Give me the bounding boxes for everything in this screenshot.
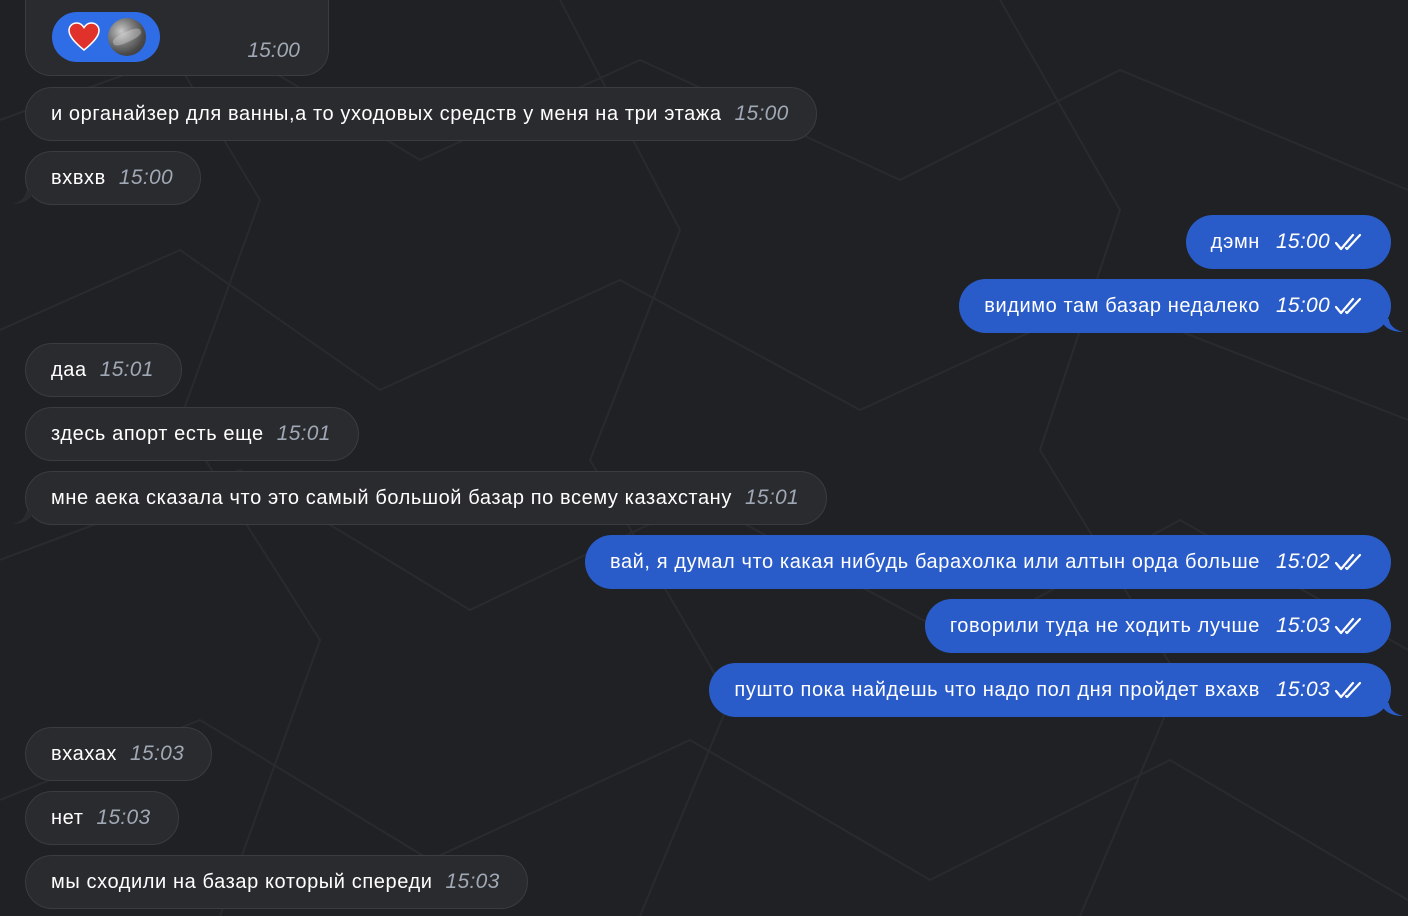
message-bubble-outgoing[interactable]: говорили туда не ходить лучше 15:03 (924, 599, 1391, 653)
message-bubble-incoming[interactable]: вхахах 15:03 (25, 727, 213, 781)
message-time: 15:00 (118, 166, 173, 189)
message-text: видимо там базар недалеко (984, 294, 1260, 317)
message-time: 15:03 (445, 870, 500, 893)
message-time: 15:00 (1275, 230, 1330, 253)
message-time: 15:00 (1275, 294, 1330, 317)
message-bubble-incoming-reaction[interactable]: 15:00 (25, 0, 329, 76)
bubble-tail-icon (12, 511, 34, 524)
message-time: 15:01 (744, 486, 799, 509)
message-bubble-incoming[interactable]: мы сходили на базар который спереди 15:0… (25, 855, 528, 909)
message-bubble-outgoing[interactable]: вай, я думал что какая нибудь барахолка … (584, 535, 1391, 589)
message-text: и органайзер для ванны,а то уходовых сре… (51, 102, 722, 125)
message-text: нет (51, 806, 84, 829)
reaction-chip[interactable] (52, 12, 160, 62)
message-text: говорили туда не ходить лучше (949, 614, 1260, 637)
message-text: мне аека сказала что это самый большой б… (51, 486, 732, 509)
message-text: вхахах (51, 742, 118, 765)
message-time: 15:00 (734, 102, 789, 125)
message-bubble-incoming[interactable]: и органайзер для ванны,а то уходовых сре… (25, 87, 817, 141)
chat-message-list[interactable]: 15:00 и органайзер для ванны,а то уходов… (0, 0, 1408, 916)
bubble-tail-icon (12, 191, 34, 204)
message-bubble-incoming[interactable]: даа 15:01 (25, 343, 182, 397)
message-text: здесь апорт есть еще (51, 422, 264, 445)
double-check-icon (1334, 233, 1362, 251)
message-text: даа (51, 358, 87, 381)
message-text: вай, я думал что какая нибудь барахолка … (609, 550, 1260, 573)
message-text: пушто пока найдешь что надо пол дня прой… (734, 678, 1260, 701)
message-time: 15:03 (1275, 614, 1330, 637)
message-bubble-outgoing[interactable]: видимо там базар недалеко 15:00 (959, 279, 1391, 333)
message-bubble-incoming[interactable]: вхвхв 15:00 (25, 151, 201, 205)
heart-icon (68, 22, 100, 51)
bubble-tail-icon (1381, 703, 1403, 716)
message-time: 15:03 (1275, 678, 1330, 701)
message-bubble-incoming[interactable]: мне аека сказала что это самый большой б… (25, 471, 827, 525)
bubble-tail-icon (1381, 319, 1403, 332)
message-bubble-outgoing[interactable]: пушто пока найдешь что надо пол дня прой… (709, 663, 1391, 717)
message-text: дэмн (1210, 230, 1260, 253)
message-bubble-incoming[interactable]: здесь апорт есть еще 15:01 (25, 407, 359, 461)
message-bubble-incoming[interactable]: нет 15:03 (25, 791, 179, 845)
reactor-avatar (108, 18, 146, 56)
message-time: 15:03 (96, 806, 151, 829)
message-bubble-outgoing[interactable]: дэмн 15:00 (1185, 215, 1391, 269)
message-time: 15:01 (99, 358, 154, 381)
double-check-icon (1334, 617, 1362, 635)
message-time: 15:01 (276, 422, 331, 445)
message-time: 15:02 (1275, 550, 1330, 573)
double-check-icon (1334, 681, 1362, 699)
message-time: 15:03 (130, 742, 185, 765)
message-text: вхвхв (51, 166, 106, 189)
double-check-icon (1334, 553, 1362, 571)
message-time: 15:00 (247, 39, 300, 62)
message-text: мы сходили на базар который спереди (51, 870, 433, 893)
double-check-icon (1334, 297, 1362, 315)
